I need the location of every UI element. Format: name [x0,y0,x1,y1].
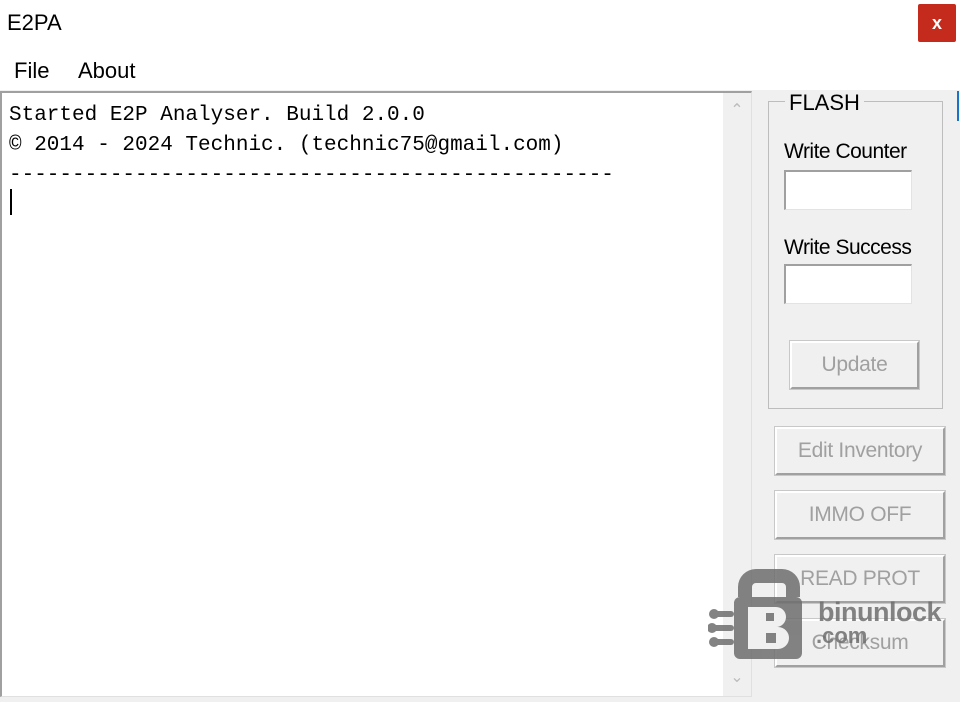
scroll-down-icon[interactable]: ⌄ [727,668,747,688]
text-caret [10,189,12,215]
immo-off-button[interactable]: IMMO OFF [774,490,946,540]
menu-bar: File About [0,46,960,90]
flash-group-title: FLASH [785,90,864,116]
close-button[interactable]: x [918,4,956,42]
menu-about[interactable]: About [78,58,136,84]
write-counter-label: Write Counter [784,140,907,163]
menu-file[interactable]: File [14,58,49,84]
window-title: E2PA [7,10,62,35]
log-line: © 2014 - 2024 Technic. (technic75@gmail.… [9,134,564,157]
edit-inventory-button[interactable]: Edit Inventory [774,426,946,476]
log-content: Started E2P Analyser. Build 2.0.0 © 2014 … [9,101,614,191]
write-counter-field[interactable] [784,170,912,210]
write-success-field[interactable] [784,264,912,304]
app-window: E2PA x File About Started E2P Analyser. … [0,0,960,702]
update-button[interactable]: Update [789,340,920,390]
close-icon: x [931,12,942,33]
log-textarea[interactable]: Started E2P Analyser. Build 2.0.0 © 2014 … [0,91,752,697]
title-bar: E2PA x [0,0,960,46]
scroll-up-icon[interactable]: ⌃ [727,101,747,121]
window-bottom-edge [0,697,960,702]
log-line: Started E2P Analyser. Build 2.0.0 [9,104,425,127]
write-success-label: Write Success [784,236,912,259]
log-line: ----------------------------------------… [9,164,614,187]
watermark-suffix: .com [816,623,868,648]
